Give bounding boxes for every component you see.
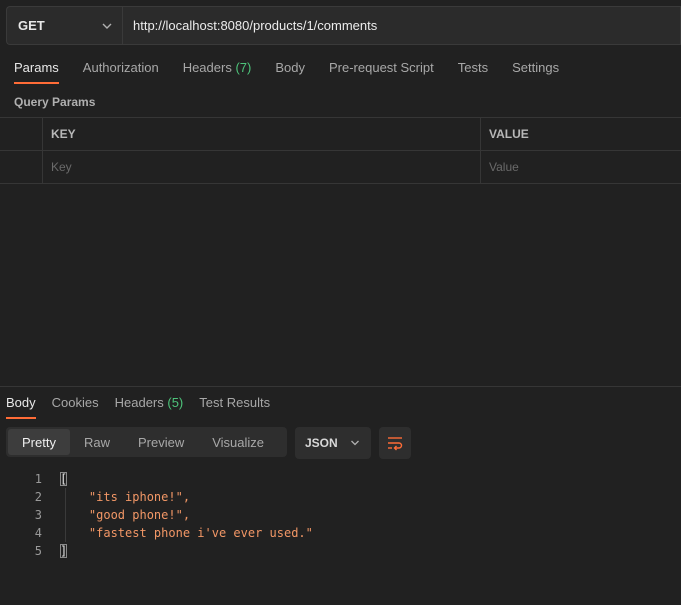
request-url-bar: GET http://localhost:8080/products/1/com… xyxy=(6,6,681,45)
value-input[interactable]: Value xyxy=(481,151,681,183)
line-text: "fastest phone i've ever used." xyxy=(60,526,313,540)
tab-headers[interactable]: Headers (7) xyxy=(183,60,252,84)
tab-pre-request-script[interactable]: Pre-request Script xyxy=(329,60,434,84)
line-text: [ xyxy=(60,472,68,486)
query-params-table: KEY VALUE Key Value xyxy=(0,117,681,184)
line-number: 4 xyxy=(34,526,42,540)
tab-label: Body xyxy=(275,60,305,75)
line-number: 2 xyxy=(34,490,42,504)
headers-count-badge: (7) xyxy=(235,60,252,75)
tab-label: Body xyxy=(6,395,36,410)
key-column-header: KEY xyxy=(43,118,481,150)
tab-response-body[interactable]: Body xyxy=(6,395,36,419)
tab-authorization[interactable]: Authorization xyxy=(83,60,159,84)
table-header-row: KEY VALUE xyxy=(0,118,681,151)
method-label: GET xyxy=(18,18,45,33)
request-tabs: Params Authorization Headers (7) Body Pr… xyxy=(14,60,583,84)
tab-label: Settings xyxy=(512,60,560,75)
format-label: JSON xyxy=(305,436,338,450)
tab-params[interactable]: Params xyxy=(14,60,59,84)
tab-label: Tests xyxy=(457,60,489,75)
line-text: "its iphone!", xyxy=(60,490,191,504)
url-input[interactable]: http://localhost:8080/products/1/comment… xyxy=(122,6,681,45)
line-number: 1 xyxy=(34,472,42,486)
view-mode-pretty[interactable]: Pretty xyxy=(8,429,70,455)
tab-label: Params xyxy=(14,60,59,75)
pane-divider[interactable] xyxy=(0,386,681,387)
method-select[interactable]: GET xyxy=(6,6,122,45)
response-headers-count-badge: (5) xyxy=(167,395,184,410)
chevron-down-icon xyxy=(351,440,359,446)
response-body-editor[interactable]: 1 [ 2 "its iphone!", 3 "good phone!", 4 … xyxy=(0,470,681,560)
tab-settings[interactable]: Settings xyxy=(512,60,559,84)
tab-label: Cookies xyxy=(51,395,99,410)
view-mode-preview[interactable]: Preview xyxy=(124,429,198,455)
tab-body[interactable]: Body xyxy=(275,60,305,84)
tab-tests[interactable]: Tests xyxy=(458,60,488,84)
code-line: 1 [ xyxy=(0,470,681,488)
code-line: 4 "fastest phone i've ever used." xyxy=(0,524,681,542)
view-mode-switcher: Pretty Raw Preview Visualize xyxy=(6,427,287,457)
line-number: 5 xyxy=(34,544,42,558)
url-text: http://localhost:8080/products/1/comment… xyxy=(133,18,378,33)
view-mode-raw[interactable]: Raw xyxy=(70,429,124,455)
line-text: "good phone!", xyxy=(60,508,191,522)
tab-label: Authorization xyxy=(82,60,159,75)
wrap-lines-button[interactable] xyxy=(379,427,411,459)
chevron-down-icon xyxy=(102,23,112,29)
view-mode-visualize[interactable]: Visualize xyxy=(198,429,278,455)
code-line: 5 ] xyxy=(0,542,681,560)
checkbox-column-header xyxy=(0,118,43,150)
tab-test-results[interactable]: Test Results xyxy=(199,395,270,419)
key-input[interactable]: Key xyxy=(43,151,481,183)
code-line: 3 "good phone!", xyxy=(0,506,681,524)
line-number: 3 xyxy=(34,508,42,522)
line-text: ] xyxy=(60,544,68,558)
code-line: 2 "its iphone!", xyxy=(0,488,681,506)
response-tabs: Body Cookies Headers (5) Test Results xyxy=(6,395,286,419)
query-params-title: Query Params xyxy=(14,95,96,109)
table-row: Key Value xyxy=(0,151,681,184)
format-select[interactable]: JSON xyxy=(295,427,371,459)
row-checkbox-cell xyxy=(0,151,43,183)
wrap-lines-icon xyxy=(388,437,403,451)
tab-label: Pre-request Script xyxy=(328,60,434,75)
tab-response-headers[interactable]: Headers (5) xyxy=(115,395,184,419)
tab-cookies[interactable]: Cookies xyxy=(52,395,99,419)
value-column-header: VALUE xyxy=(489,127,529,141)
tab-label: Headers xyxy=(182,60,232,75)
tab-label: Headers xyxy=(114,395,164,410)
tab-label: Test Results xyxy=(199,395,271,410)
